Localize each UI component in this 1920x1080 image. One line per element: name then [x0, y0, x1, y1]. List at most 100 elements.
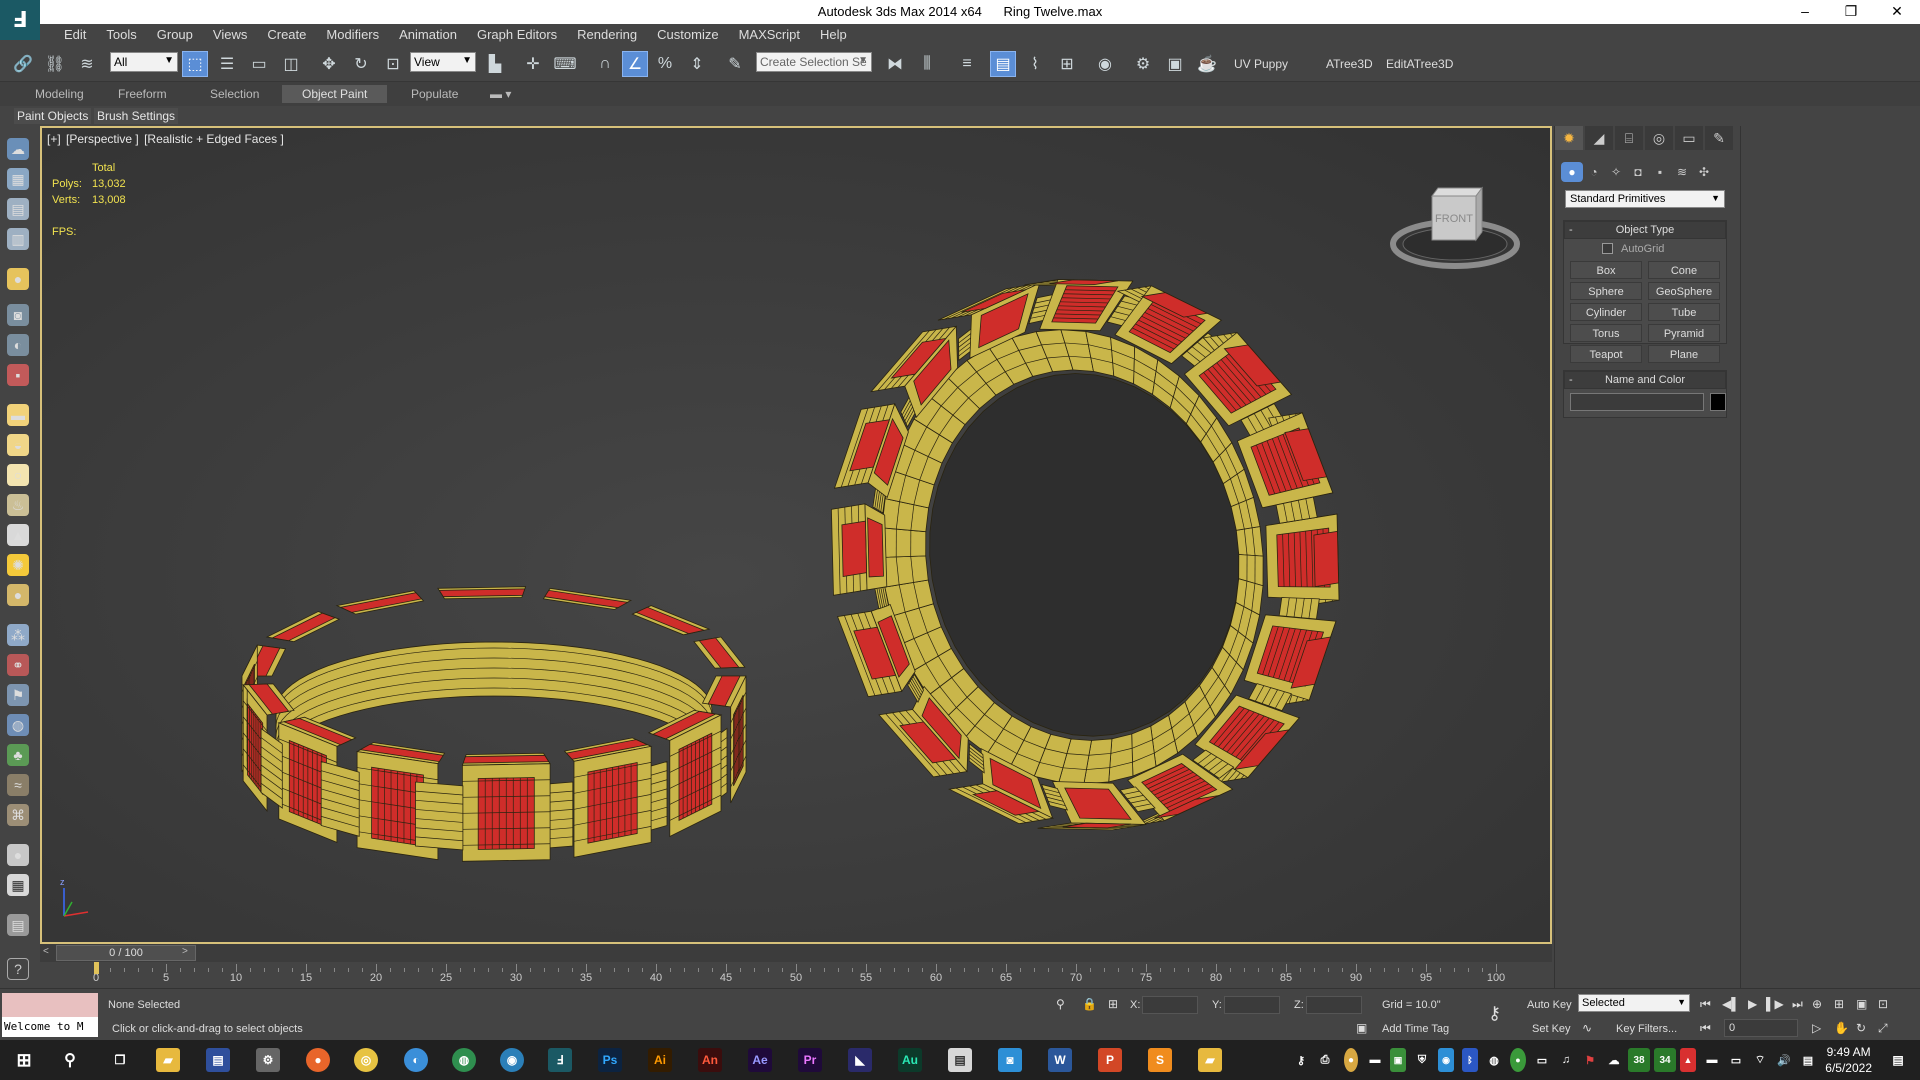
zoom-extents-icon[interactable]: ▣ — [1856, 997, 1867, 1011]
maxscript-listener-text[interactable]: Welcome to M — [2, 1017, 98, 1037]
cone-button[interactable]: Cone — [1648, 261, 1720, 279]
y-coord-field[interactable] — [1224, 996, 1280, 1014]
cloud-icon[interactable]: ☁ — [7, 138, 29, 160]
tray-printer-icon[interactable]: ⎙ — [1318, 1048, 1332, 1072]
render-setup-icon[interactable]: ⚙ — [1130, 51, 1156, 77]
prev-frame-arrow-icon[interactable]: < — [43, 946, 49, 957]
edit-atree3d-button[interactable]: EditATree3D — [1386, 57, 1453, 71]
object-color-swatch[interactable] — [1710, 393, 1726, 411]
next-frame-icon[interactable]: ▌▶ — [1766, 997, 1784, 1011]
system-clock[interactable]: 9:49 AM 6/5/2022 — [1825, 1044, 1872, 1076]
powerpoint-icon[interactable]: P — [1098, 1048, 1122, 1072]
box-button[interactable]: Box — [1570, 261, 1642, 279]
helpers-icon[interactable]: ▪ — [1649, 162, 1671, 182]
scene-canvas[interactable]: z — [42, 128, 1550, 942]
time-slider-thumb[interactable]: 0 / 100 — [56, 945, 196, 961]
sublime-icon[interactable]: S — [1148, 1048, 1172, 1072]
angle-snap-icon[interactable]: ∠ — [622, 51, 648, 77]
set-key-button[interactable]: Set Key — [1532, 1023, 1571, 1035]
snaps-toggle-icon[interactable]: ∩ — [592, 51, 618, 77]
hierarchy-tab-icon[interactable]: ⌸ — [1615, 126, 1643, 150]
tab-populate[interactable]: Populate — [411, 87, 458, 101]
tray-headset-icon[interactable]: ♫ — [1558, 1048, 1574, 1072]
ring-flat-mesh[interactable] — [241, 586, 747, 862]
rotate-icon[interactable]: ↻ — [348, 51, 374, 77]
menu-animation[interactable]: Animation — [389, 24, 467, 46]
perspective-viewport[interactable]: z [+] [Perspective ] [Realistic + Edged … — [40, 126, 1552, 944]
brush-settings-panel[interactable]: Brush Settings — [94, 108, 179, 124]
table-icon[interactable]: ▦ — [7, 874, 29, 896]
tray-vpn-icon[interactable]: ● — [1510, 1048, 1526, 1072]
task-view-icon[interactable]: ❐ — [108, 1048, 132, 1072]
bulb-icon[interactable]: ● — [7, 268, 29, 290]
cloth-icon[interactable]: ⌘ — [7, 804, 29, 826]
3dsmax-taskbar-icon[interactable]: Ⅎ — [548, 1048, 572, 1072]
browser-app-icon[interactable]: ◉ — [500, 1048, 524, 1072]
mirror-icon[interactable]: ⧓ — [882, 51, 908, 77]
settings-app-icon[interactable]: ⚙ — [256, 1048, 280, 1072]
systems-icon[interactable]: ✣ — [1693, 162, 1715, 182]
tray-network-icon[interactable]: ◍ — [1486, 1048, 1502, 1072]
restore-button[interactable]: ❐ — [1828, 0, 1874, 24]
vs-app-icon[interactable]: ◣ — [848, 1048, 872, 1072]
current-frame-marker[interactable] — [94, 962, 99, 974]
viewcube[interactable]: FRONT — [1390, 186, 1520, 276]
tube-button[interactable]: Tube — [1648, 303, 1720, 321]
tray-security-icon[interactable]: ⚑ — [1582, 1048, 1598, 1072]
viewport-pov-label[interactable]: [Perspective ] — [66, 132, 139, 146]
menu-customize[interactable]: Customize — [647, 24, 728, 46]
menu-views[interactable]: Views — [203, 24, 257, 46]
tree-icon[interactable]: ♣ — [7, 744, 29, 766]
audition-icon[interactable]: Au — [898, 1048, 922, 1072]
percent-snap-icon[interactable]: % — [652, 51, 678, 77]
sphere-object-icon[interactable]: ○ — [7, 464, 29, 486]
modify-tab-icon[interactable]: ◢ — [1585, 126, 1613, 150]
tray-cloud-icon[interactable]: ☁ — [1606, 1048, 1622, 1072]
selection-filter-dropdown[interactable]: All ▼ — [110, 52, 178, 72]
bind-space-warp-icon[interactable]: ≋ — [74, 51, 100, 77]
autogrid-checkbox[interactable]: AutoGrid — [1602, 243, 1664, 255]
close-button[interactable]: ✕ — [1874, 0, 1920, 24]
volume-icon[interactable]: 🔊 — [1776, 1048, 1792, 1072]
display-tab-icon[interactable]: ▭ — [1675, 126, 1703, 150]
scale-icon[interactable]: ⊡ — [380, 51, 406, 77]
cameras-icon[interactable]: ◘ — [1627, 162, 1649, 182]
maximize-viewport-icon[interactable]: ⤢ — [1878, 1021, 1888, 1036]
viewport-shading-label[interactable]: [Realistic + Edged Faces ] — [144, 132, 284, 146]
tray-sync-icon[interactable]: ◉ — [1438, 1048, 1454, 1072]
menu-help[interactable]: Help — [810, 24, 857, 46]
app-logo[interactable]: Ⅎ — [0, 0, 40, 40]
premiere-icon[interactable]: Pr — [798, 1048, 822, 1072]
menu-maxscript[interactable]: MAXScript — [729, 24, 810, 46]
key-mode-toggle-icon[interactable]: ⏮ — [1700, 1021, 1711, 1036]
geosphere-button[interactable]: GeoSphere — [1648, 282, 1720, 300]
minimize-button[interactable]: – — [1782, 0, 1828, 24]
ribbon-options-icon[interactable]: ▬ ▾ — [490, 87, 511, 101]
sphere-button[interactable]: Sphere — [1570, 282, 1642, 300]
word-icon[interactable]: W — [1048, 1048, 1072, 1072]
select-manipulate-icon[interactable]: ✛ — [520, 51, 546, 77]
paint-objects-panel[interactable]: Paint Objects — [14, 108, 92, 124]
grid-icon[interactable]: ▥ — [7, 228, 29, 250]
align-icon[interactable]: ⫼ — [914, 51, 940, 77]
pyramid-button[interactable]: Pyramid — [1648, 324, 1720, 342]
search-icon[interactable]: ⚲ — [58, 1048, 82, 1072]
globe-app-icon[interactable]: ◍ — [452, 1048, 476, 1072]
tray-keyboard-icon[interactable]: ▬ — [1368, 1048, 1382, 1072]
notifications-icon[interactable]: ▤ — [1888, 1048, 1908, 1072]
pivot-point-icon[interactable]: ▙ — [482, 51, 508, 77]
pan-icon[interactable]: ✋ — [1834, 1021, 1849, 1035]
tray-app-icon[interactable]: ● — [1344, 1048, 1358, 1072]
dial-icon[interactable]: ◐ — [7, 334, 29, 356]
select-by-name-icon[interactable]: ☰ — [214, 51, 240, 77]
tray-usb-icon[interactable]: ⚷ — [1294, 1048, 1308, 1072]
document-icon[interactable]: ▤ — [7, 198, 29, 220]
material-editor-icon[interactable]: ◉ — [1092, 51, 1118, 77]
orbit-icon[interactable]: ↻ — [1856, 1021, 1866, 1035]
geometry-icon[interactable]: ● — [1561, 162, 1583, 182]
script-icon[interactable]: ▤ — [7, 914, 29, 936]
lights-icon[interactable]: ✧ — [1605, 162, 1627, 182]
tab-selection[interactable]: Selection — [210, 87, 259, 101]
time-tag-icon[interactable]: ▣ — [1356, 1021, 1367, 1035]
rectangular-selection-icon[interactable]: ▭ — [246, 51, 272, 77]
